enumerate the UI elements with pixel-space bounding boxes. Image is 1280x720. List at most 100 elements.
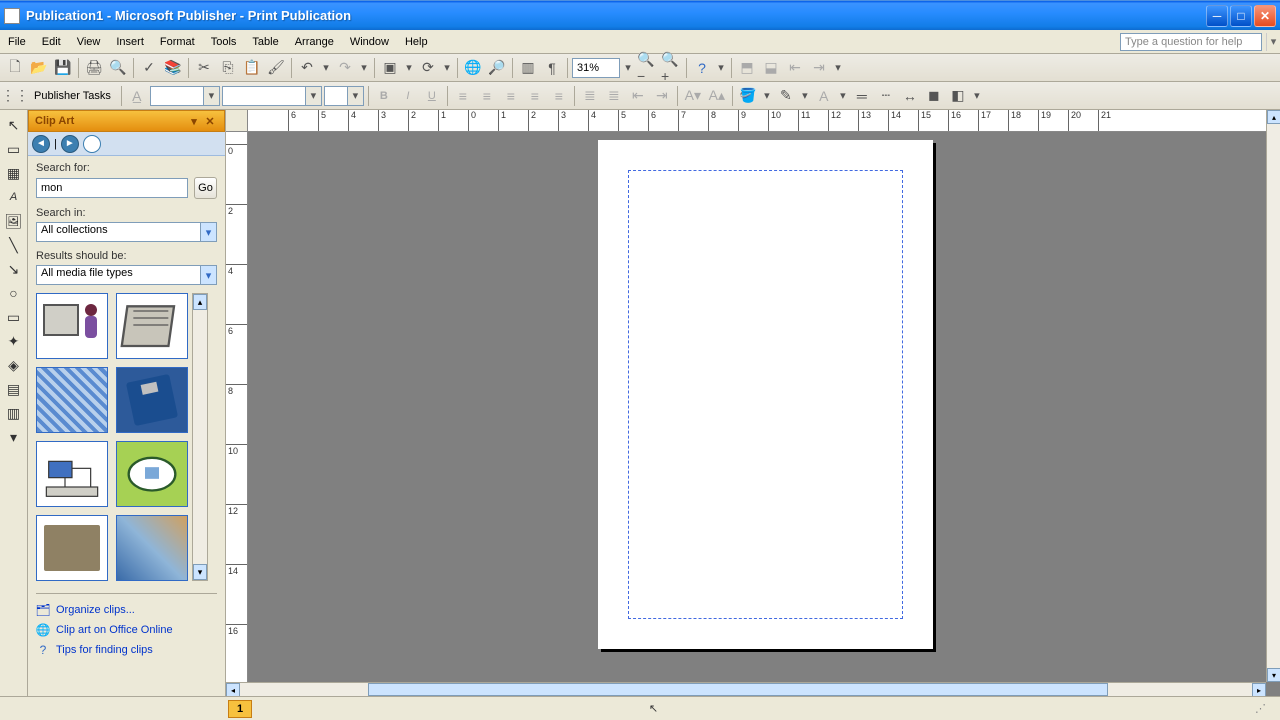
help-icon[interactable]: ? xyxy=(691,57,713,79)
increase-indent-icon[interactable]: ⇥ xyxy=(651,85,673,107)
decrease-indent-icon[interactable]: ⇤ xyxy=(627,85,649,107)
line-color-dropdown-icon[interactable]: ▾ xyxy=(799,85,811,107)
workspace[interactable] xyxy=(248,132,1266,682)
bold-icon[interactable]: B xyxy=(373,85,395,107)
align-left-icon[interactable]: ≡ xyxy=(452,85,474,107)
search-input[interactable] xyxy=(36,178,188,198)
styles-icon[interactable]: A̲ xyxy=(126,85,148,107)
oval-tool-icon[interactable]: ○ xyxy=(3,282,25,304)
font-combo[interactable]: ▾ xyxy=(222,86,322,106)
menu-tools[interactable]: Tools xyxy=(203,33,245,51)
chevron-down-icon[interactable]: ▾ xyxy=(203,87,219,105)
menu-help[interactable]: Help xyxy=(397,33,436,51)
pointer-tool-icon[interactable]: ↖ xyxy=(3,114,25,136)
order-dropdown-icon[interactable]: ▾ xyxy=(403,57,415,79)
print-icon[interactable]: 🖨 xyxy=(83,57,105,79)
copy-icon[interactable]: ⎘ xyxy=(217,57,239,79)
zoom-in-icon[interactable]: 🔍+ xyxy=(660,57,682,79)
menu-arrange[interactable]: Arrange xyxy=(287,33,342,51)
fill-color-icon[interactable]: 🪣 xyxy=(737,85,759,107)
style-combo[interactable]: ▾ xyxy=(150,86,220,106)
next-frame-icon[interactable]: ⇥ xyxy=(808,57,830,79)
menu-view[interactable]: View xyxy=(69,33,109,51)
save-icon[interactable]: 💾 xyxy=(52,57,74,79)
undo-dropdown-icon[interactable]: ▾ xyxy=(320,57,332,79)
paste-icon[interactable]: 📋 xyxy=(241,57,263,79)
minimize-button[interactable]: ─ xyxy=(1206,5,1228,27)
rectangle-tool-icon[interactable]: ▭ xyxy=(3,306,25,328)
research-icon[interactable]: 📚 xyxy=(162,57,184,79)
increase-font-icon[interactable]: A▴ xyxy=(706,85,728,107)
clip-result-1[interactable] xyxy=(36,293,108,359)
picture-frame-tool-icon[interactable]: 🖼 xyxy=(3,210,25,232)
zoom-out-icon[interactable]: 🔍− xyxy=(636,57,658,79)
undo-icon[interactable]: ↶ xyxy=(296,57,318,79)
horizontal-ruler[interactable]: 6543210123456789101112131415161718192021 xyxy=(248,110,1266,132)
text-box-tool-icon[interactable]: ▭ xyxy=(3,138,25,160)
clip-result-3[interactable] xyxy=(36,367,108,433)
page-nav-tab[interactable]: 1 xyxy=(228,700,252,718)
chevron-down-icon[interactable]: ▾ xyxy=(200,223,216,241)
format-painter-icon[interactable]: 🖌 xyxy=(265,57,287,79)
line-tool-icon[interactable]: ╲ xyxy=(3,234,25,256)
horizontal-scrollbar[interactable]: ◂ ▸ xyxy=(226,682,1266,696)
dash-style-icon[interactable]: ┄ xyxy=(875,85,897,107)
fill-dropdown-icon[interactable]: ▾ xyxy=(761,85,773,107)
menu-edit[interactable]: Edit xyxy=(34,33,69,51)
chevron-down-icon[interactable]: ▾ xyxy=(305,87,321,105)
font-size-combo[interactable]: ▾ xyxy=(324,86,364,106)
scroll-up-icon[interactable]: ▴ xyxy=(1267,110,1280,124)
align-center-icon[interactable]: ≡ xyxy=(476,85,498,107)
scroll-left-icon[interactable]: ◂ xyxy=(226,683,240,696)
pane-menu-dropdown-icon[interactable]: ▾ xyxy=(186,113,202,129)
connect-frames-icon[interactable]: ⬒ xyxy=(736,57,758,79)
clip-result-7[interactable] xyxy=(36,515,108,581)
bookmark-tool-icon[interactable]: ◈ xyxy=(3,354,25,376)
pane-forward-icon[interactable]: ► xyxy=(61,135,79,153)
justify-icon[interactable]: ≡ xyxy=(524,85,546,107)
zoom-dropdown-icon[interactable]: ▾ xyxy=(622,57,634,79)
table-tool-icon[interactable]: ▦ xyxy=(3,162,25,184)
cut-icon[interactable]: ✂ xyxy=(193,57,215,79)
clip-result-8[interactable] xyxy=(116,515,188,581)
maximize-button[interactable]: □ xyxy=(1230,5,1252,27)
distribute-icon[interactable]: ≡ xyxy=(548,85,570,107)
tips-link[interactable]: ? Tips for finding clips xyxy=(36,640,217,660)
arrow-style-icon[interactable]: ↔ xyxy=(899,85,921,107)
toolbar-options-2-icon[interactable]: ▾ xyxy=(832,57,844,79)
font-color-dropdown-icon[interactable]: ▾ xyxy=(837,85,849,107)
disconnect-frames-icon[interactable]: ⬓ xyxy=(760,57,782,79)
wordart-tool-icon[interactable]: A xyxy=(3,186,25,208)
design-gallery-tool-icon[interactable]: ▤ xyxy=(3,378,25,400)
redo-icon[interactable]: ↷ xyxy=(334,57,356,79)
columns-icon[interactable]: ▥ xyxy=(517,57,539,79)
chevron-down-icon[interactable]: ▾ xyxy=(347,87,363,105)
go-button[interactable]: Go xyxy=(194,177,217,199)
zoom-page-icon[interactable]: 🔎 xyxy=(486,57,508,79)
arrow-tool-icon[interactable]: ↘ xyxy=(3,258,25,280)
redo-dropdown-icon[interactable]: ▾ xyxy=(358,57,370,79)
numbered-list-icon[interactable]: ≣ xyxy=(579,85,601,107)
3d-icon[interactable]: ◧ xyxy=(947,85,969,107)
print-preview-icon[interactable]: 🔍 xyxy=(107,57,129,79)
publisher-tasks-button[interactable]: Publisher Tasks xyxy=(28,87,117,105)
pane-home-icon[interactable]: ⌂ xyxy=(83,135,101,153)
publication-page[interactable] xyxy=(598,140,933,649)
bulleted-list-icon[interactable]: ≣ xyxy=(603,85,625,107)
help-search-box[interactable]: Type a question for help xyxy=(1120,33,1262,51)
more-tools-icon[interactable]: ▾ xyxy=(3,426,25,448)
chevron-down-icon[interactable]: ▾ xyxy=(200,266,216,284)
close-button[interactable]: ✕ xyxy=(1254,5,1276,27)
scroll-down-icon[interactable]: ▾ xyxy=(1267,668,1280,682)
resize-grip-icon[interactable]: ⋰ xyxy=(1255,702,1266,715)
hscroll-thumb[interactable] xyxy=(368,683,1108,696)
line-style-icon[interactable]: ═ xyxy=(851,85,873,107)
toolbar-options-icon[interactable]: ▾ xyxy=(715,57,727,79)
spelling-icon[interactable]: ✓ xyxy=(138,57,160,79)
align-right-icon[interactable]: ≡ xyxy=(500,85,522,107)
scroll-up-icon[interactable]: ▴ xyxy=(193,294,207,310)
font-color-icon[interactable]: A xyxy=(813,85,835,107)
shadow-icon[interactable]: ◼ xyxy=(923,85,945,107)
scroll-right-icon[interactable]: ▸ xyxy=(1252,683,1266,696)
menu-table[interactable]: Table xyxy=(244,33,286,51)
